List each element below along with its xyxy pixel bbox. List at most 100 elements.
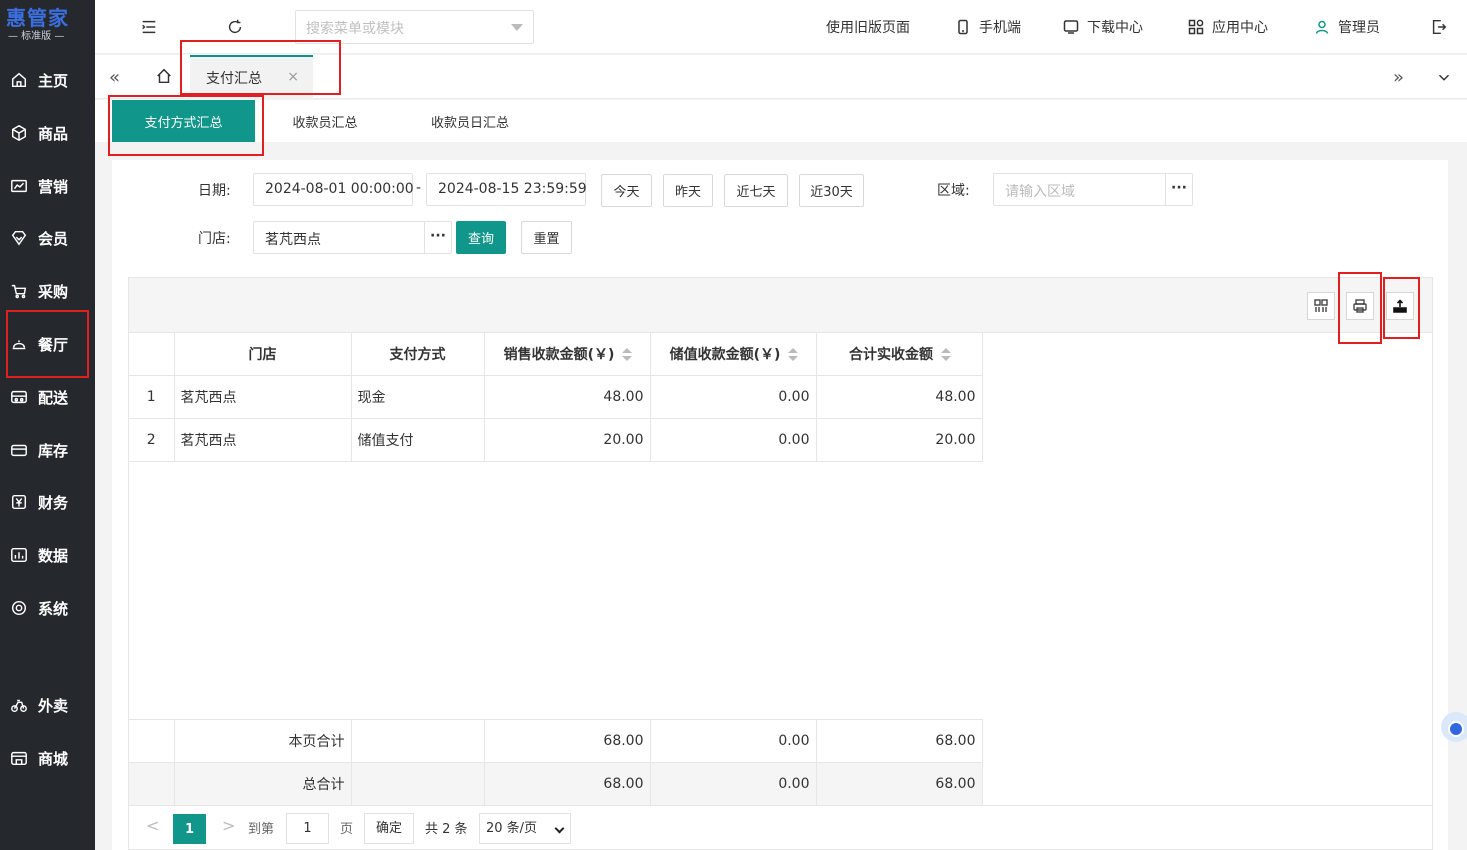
export-icon [1393,299,1407,313]
menu-fold-icon[interactable] [138,16,160,38]
today-button[interactable]: 今天 [601,174,652,207]
chevron-down-icon[interactable] [1433,66,1455,88]
sort-icon[interactable] [622,347,633,362]
grand-total-row: 总合计 68.00 0.00 68.00 [129,762,983,806]
sidebar-item-data[interactable]: 数据 [0,535,95,575]
subtab-payment-method[interactable]: 支付方式汇总 [112,100,255,142]
sidebar-item-home[interactable]: 主页 [0,60,95,100]
tabs-scroll-left-icon[interactable]: « [109,67,120,88]
chevron-down-icon [511,24,523,31]
user-menu[interactable]: 管理员 [1314,17,1380,37]
diamond-icon [8,227,30,249]
stored-cell: 0.00 [650,375,817,419]
sidebar-item-finance[interactable]: 财务 [0,482,95,522]
column-settings-button[interactable] [1307,292,1335,320]
pagination: < 1 > 到第 1 页 确定 共 2 条 20 条/页 [129,805,1432,849]
sort-icon[interactable] [788,347,799,362]
store-label: 门店: [198,231,231,247]
yesterday-button[interactable]: 昨天 [663,174,713,207]
sidebar-item-label: 商品 [38,124,69,143]
last-7-days-button[interactable]: 近七天 [724,174,788,207]
download-center-link[interactable]: 下载中心 [1063,17,1143,37]
mobile-label: 手机端 [979,20,1021,36]
sidebar-item-system[interactable]: 系统 [0,588,95,628]
page-size-select[interactable]: 20 条/页 [479,813,571,844]
page-total-total: 68.00 [816,719,983,763]
page-1-button[interactable]: 1 [173,814,206,844]
logout-icon[interactable] [1428,16,1450,38]
blank-cell [351,762,485,806]
bike-icon [8,694,30,716]
download-label: 下载中心 [1087,20,1143,36]
columns-icon [1314,299,1328,312]
table-row[interactable]: 2 茗芃西点 储值支付 20.00 0.00 20.00 [129,418,983,462]
sidebar-item-label: 餐厅 [38,335,69,354]
date-to-input[interactable]: 2024-08-15 23:59:59 [426,173,587,206]
export-button[interactable] [1386,292,1414,320]
home-tab-icon[interactable] [153,65,175,87]
goto-confirm-button[interactable]: 确定 [364,813,414,844]
date-separator: - [416,180,422,196]
next-page-icon[interactable]: > [222,816,235,835]
store-value: 茗芃西点 [265,232,321,248]
sales-cell: 48.00 [484,375,651,419]
sidebar-item-restaurant[interactable]: 餐厅 [0,324,95,364]
stored-column-header[interactable]: 储值收款金额(￥) [650,333,817,376]
sidebar-item-label: 财务 [38,493,69,512]
query-button[interactable]: 查询 [456,221,506,254]
menu-search-input[interactable]: 搜索菜单或模块 [295,10,534,44]
page-total-row: 本页合计 68.00 0.00 68.00 [129,719,983,763]
store-icon [8,747,30,769]
sales-column-header[interactable]: 销售收款金额(￥) [484,333,651,376]
sidebar-item-marketing[interactable]: 营销 [0,166,95,206]
app-center-link[interactable]: 应用中心 [1188,17,1268,37]
subtab-cashier-daily[interactable]: 收款员日汇总 [415,100,525,142]
mobile-link[interactable]: 手机端 [955,17,1021,37]
close-icon[interactable]: × [287,69,299,85]
last-30-days-button[interactable]: 近30天 [799,174,864,207]
sidebar-item-purchase[interactable]: 采购 [0,271,95,311]
summary-table: 门店 支付方式 销售收款金额(￥) 储值收款金额(￥) 合计实收金额 1 茗芃西… [129,333,983,462]
more-icon[interactable]: ··· [1165,174,1192,205]
grid-toolbar [129,278,1432,333]
refresh-icon[interactable] [224,16,246,38]
grand-total-label: 总合计 [174,762,352,806]
truck-icon [8,386,30,408]
table-row[interactable]: 1 茗芃西点 现金 48.00 0.00 48.00 [129,375,983,419]
apps-label: 应用中心 [1212,20,1268,36]
prev-page-icon[interactable]: < [146,816,159,835]
more-icon[interactable]: ··· [424,222,451,253]
old-page-link[interactable]: 使用旧版页面 [826,17,910,37]
sidebar-item-goods[interactable]: 商品 [0,113,95,153]
report-subtabs: 支付方式汇总 收款员汇总 收款员日汇总 [95,100,1467,142]
blank-cell [129,762,175,806]
page-unit-label: 页 [340,822,354,837]
sidebar-item-mall[interactable]: 商城 [0,738,95,778]
store-input[interactable]: 茗芃西点 ··· [253,221,452,254]
row-index: 1 [129,375,175,419]
print-button[interactable] [1346,292,1374,320]
goto-page-input[interactable]: 1 [286,813,329,844]
cloche-icon [8,333,30,355]
sidebar-item-label: 库存 [38,441,69,460]
yen-icon [8,491,30,513]
reset-button[interactable]: 重置 [521,221,572,254]
sidebar-item-label: 配送 [38,388,69,407]
sidebar-item-takeout[interactable]: 外卖 [0,685,95,725]
app-logo[interactable]: 惠管家 — 标准版 — [0,0,95,54]
sidebar-item-inventory[interactable]: 库存 [0,430,95,470]
page-size-value: 20 条/页 [486,821,538,836]
sort-icon[interactable] [941,347,951,362]
region-input[interactable]: 请输入区域 ··· [993,173,1193,206]
subtab-cashier[interactable]: 收款员汇总 [275,100,375,142]
sidebar-item-delivery[interactable]: 配送 [0,377,95,417]
assistant-float-button[interactable] [1441,712,1467,742]
index-header [129,333,175,376]
total-count: 共 2 条 [425,822,468,837]
sidebar-item-member[interactable]: 会员 [0,218,95,258]
tabs-scroll-right-icon[interactable]: » [1393,67,1404,88]
date-from-input[interactable]: 2024-08-01 00:00:00 [253,173,414,206]
total-column-header[interactable]: 合计实收金额 [816,333,983,376]
target-icon [8,597,30,619]
tab-payment-summary[interactable]: 支付汇总 × [190,55,313,99]
